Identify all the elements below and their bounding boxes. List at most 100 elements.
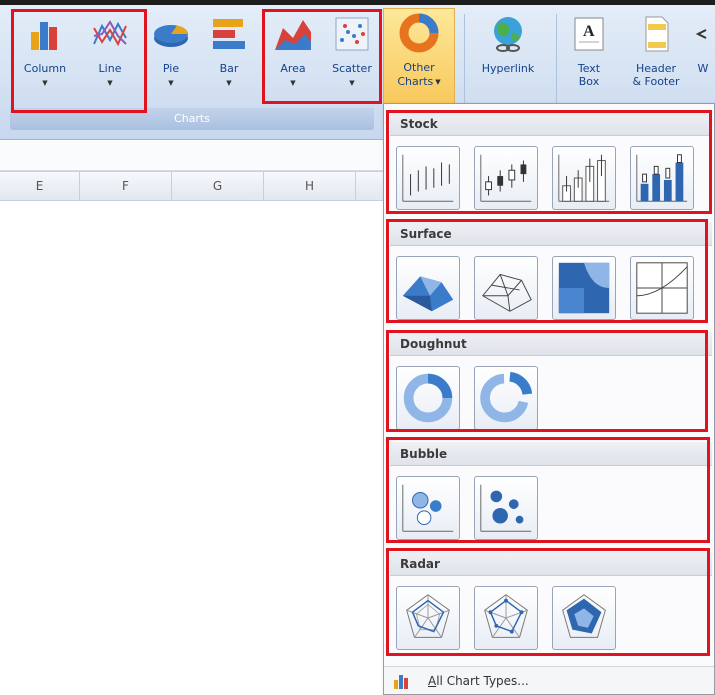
- bubble-thumb[interactable]: [396, 476, 460, 540]
- wordart-label: W: [697, 62, 709, 75]
- doughnut-section: Doughnut: [390, 332, 712, 436]
- bubble-icon: [402, 484, 454, 532]
- radar-markers-thumb[interactable]: [474, 586, 538, 650]
- header-footer-label-line1: Header: [635, 62, 677, 75]
- other-charts-label-row: Charts ▼: [397, 74, 440, 89]
- header-footer-label-line2: & Footer: [632, 75, 680, 88]
- charts-group-label: Charts: [10, 108, 374, 130]
- bar-chart-button[interactable]: Bar ▼: [204, 10, 254, 108]
- other-charts-button[interactable]: Other Charts ▼: [383, 8, 455, 104]
- chevron-down-icon: ▼: [168, 79, 174, 87]
- chevron-down-icon: ▼: [42, 79, 48, 87]
- stock-hlc-icon: [402, 154, 454, 202]
- bubble-section: Bubble: [390, 442, 712, 546]
- stock-vohlc-thumb[interactable]: [630, 146, 694, 210]
- stock-section: Stock: [390, 112, 712, 216]
- chevron-down-icon: ▼: [107, 79, 113, 87]
- hyperlink-label: Hyperlink: [481, 62, 535, 75]
- stock-vhlc-icon: [558, 154, 610, 202]
- scatter-chart-button[interactable]: Scatter ▼: [324, 10, 380, 108]
- chevron-down-icon: ▼: [290, 79, 296, 87]
- bubble-section-header: Bubble: [390, 442, 712, 466]
- stock-section-header: Stock: [390, 112, 712, 136]
- header-footer-icon: [645, 16, 669, 52]
- column-header-g[interactable]: G: [172, 172, 264, 200]
- all-chart-types-icon: [394, 674, 408, 689]
- stock-vhlc-thumb[interactable]: [552, 146, 616, 210]
- filled-radar-icon: [562, 594, 606, 638]
- column-header-h[interactable]: H: [264, 172, 356, 200]
- radar-icon: [406, 594, 450, 638]
- surface-contour-icon: [558, 262, 610, 314]
- other-charts-label-line2: Charts: [397, 75, 434, 88]
- chevron-down-icon: ▼: [435, 78, 441, 86]
- stock-vohlc-icon: [636, 154, 688, 202]
- pie-label: Pie: [162, 62, 180, 75]
- wordart-button[interactable]: W: [692, 10, 714, 108]
- text-box-button[interactable]: A Text Box: [562, 10, 616, 108]
- svg-text:A: A: [583, 23, 595, 40]
- radar-thumb[interactable]: [396, 586, 460, 650]
- surface-thumbnails: [390, 246, 712, 326]
- chevron-down-icon: ▼: [349, 79, 355, 87]
- other-charts-label-line1: Other: [403, 61, 435, 74]
- column-header-f[interactable]: F: [80, 172, 172, 200]
- scatter-label: Scatter: [332, 62, 372, 75]
- filled-radar-thumb[interactable]: [552, 586, 616, 650]
- stock-ohlc-thumb[interactable]: [474, 146, 538, 210]
- surface-3d-icon: [402, 276, 454, 312]
- column-header-partial: [356, 172, 385, 200]
- exploded-doughnut-thumb[interactable]: [474, 366, 538, 430]
- header-footer-button[interactable]: Header & Footer: [622, 10, 690, 108]
- doughnut-thumb[interactable]: [396, 366, 460, 430]
- globe-link-icon: [494, 17, 522, 52]
- column-label: Column: [23, 62, 67, 75]
- area-chart-icon: [275, 20, 311, 50]
- pie-chart-button[interactable]: Pie ▼: [146, 10, 196, 108]
- hyperlink-button[interactable]: Hyperlink: [470, 10, 546, 108]
- line-chart-icon: [93, 20, 127, 47]
- bubble-3d-thumb[interactable]: [474, 476, 538, 540]
- area-chart-button[interactable]: Area ▼: [266, 10, 320, 108]
- line-label: Line: [98, 62, 122, 75]
- all-chart-types-label: All Chart Types...: [428, 673, 529, 688]
- surface-section: Surface: [390, 222, 712, 326]
- surface-contour-thumb[interactable]: [552, 256, 616, 320]
- radar-thumbnails: [390, 576, 712, 656]
- all-chart-types-button[interactable]: All Chart Types...: [384, 666, 714, 694]
- line-chart-button[interactable]: Line ▼: [82, 10, 138, 108]
- scatter-chart-icon: [335, 17, 369, 51]
- surface-contour-wireframe-icon: [636, 262, 688, 314]
- radar-section-header: Radar: [390, 552, 712, 576]
- column-header-e[interactable]: E: [0, 172, 80, 200]
- doughnut-section-header: Doughnut: [390, 332, 712, 356]
- text-box-label-line2: Box: [578, 75, 600, 88]
- text-box-label-line1: Text: [577, 62, 601, 75]
- area-label: Area: [280, 62, 306, 75]
- surface-section-header: Surface: [390, 222, 712, 246]
- bar-chart-icon: [213, 19, 245, 49]
- ribbon-top-border: [0, 0, 715, 5]
- pie-chart-icon: [154, 25, 189, 47]
- stock-ohlc-icon: [480, 154, 532, 202]
- surface-wireframe-icon: [482, 273, 532, 312]
- text-box-icon: A: [574, 17, 604, 51]
- other-charts-dropdown: Stock Surface Doughnut Bubble Radar All …: [383, 103, 715, 695]
- surface-3d-thumb[interactable]: [396, 256, 460, 320]
- bubble-thumbnails: [390, 466, 712, 546]
- column-chart-icon: [31, 22, 57, 50]
- doughnut-thumbnails: [390, 356, 712, 436]
- surface-wireframe-thumb[interactable]: [474, 256, 538, 320]
- doughnut-chart-icon: [399, 13, 439, 53]
- stock-thumbnails: [390, 136, 712, 216]
- exploded-doughnut-icon: [480, 371, 533, 423]
- surface-contour-wireframe-thumb[interactable]: [630, 256, 694, 320]
- wordart-icon: [695, 29, 707, 39]
- radar-markers-icon: [484, 594, 528, 638]
- column-chart-button[interactable]: Column ▼: [14, 10, 76, 108]
- formula-bar-area: [0, 140, 385, 171]
- chevron-down-icon: ▼: [226, 79, 232, 87]
- stock-hlc-thumb[interactable]: [396, 146, 460, 210]
- doughnut-icon: [403, 373, 453, 423]
- radar-section: Radar: [390, 552, 712, 656]
